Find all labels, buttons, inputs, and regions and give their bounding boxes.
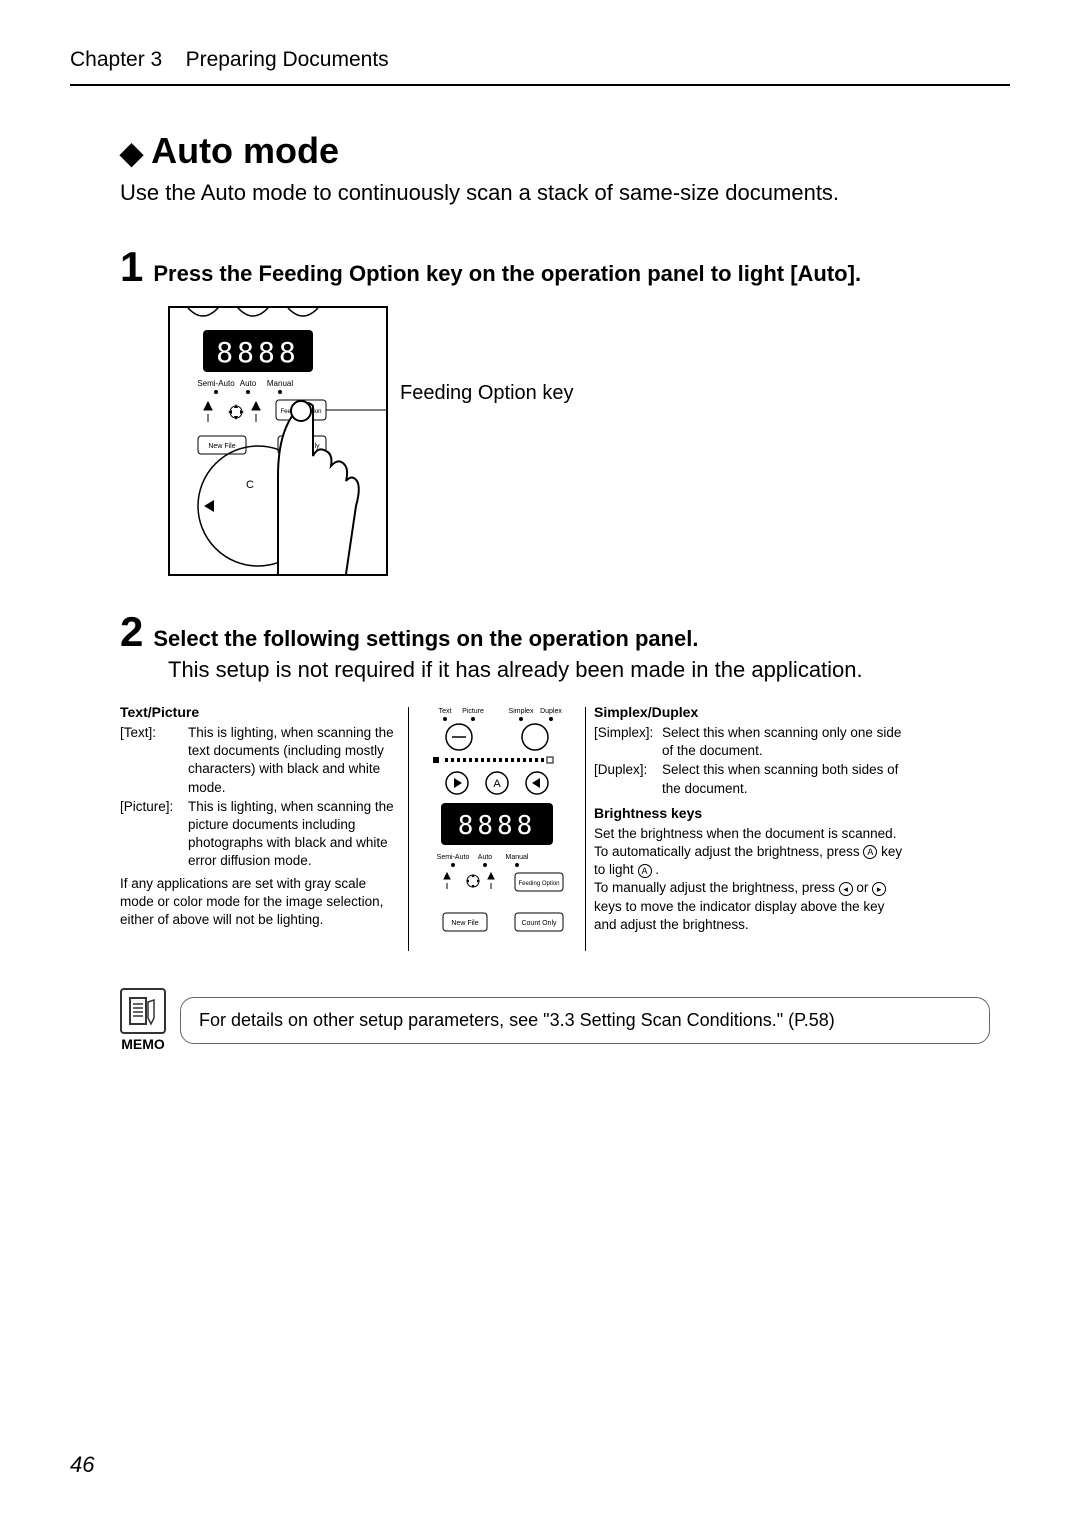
svg-text:8888: 8888 <box>216 336 299 369</box>
def-picture: [Picture]: This is lighting, when scanni… <box>120 798 400 871</box>
brightness-desc-2: To automatically adjust the brightness, … <box>594 843 904 879</box>
divider-line <box>585 707 586 951</box>
brightness-desc-3: To manually adjust the brightness, press… <box>594 879 904 934</box>
memo-box: MEMO For details on other setup paramete… <box>120 988 990 1052</box>
auto-label: Auto <box>240 379 257 388</box>
figure-operation-panel-hand: 8888 Semi-Auto Auto Manual <box>168 306 990 581</box>
operation-panel-small: Text Picture Simplex Duplex <box>417 703 577 953</box>
step-title: Press the Feeding Option key on the oper… <box>153 261 861 287</box>
svg-text:C: C <box>246 479 254 491</box>
svg-text:New File: New File <box>208 443 235 450</box>
svg-text:8888: 8888 <box>458 811 537 841</box>
page-header: Chapter 3 Preparing Documents <box>70 48 1010 86</box>
text-picture-title: Text/Picture <box>120 703 400 722</box>
def-simplex: [Simplex]: Select this when scanning onl… <box>594 724 904 760</box>
brightness-desc-1: Set the brightness when the document is … <box>594 825 904 843</box>
svg-text:Picture: Picture <box>462 708 484 715</box>
step-number: 2 <box>120 611 143 653</box>
brightness-title: Brightness keys <box>594 804 904 823</box>
section-title: ◆Auto mode <box>120 130 990 172</box>
section-title-text: Auto mode <box>151 130 339 171</box>
svg-text:Text: Text <box>439 708 452 715</box>
section-intro: Use the Auto mode to continuously scan a… <box>120 180 990 206</box>
svg-text:A: A <box>493 778 501 790</box>
def-duplex: [Duplex]: Select this when scanning both… <box>594 761 904 797</box>
svg-text:Simplex: Simplex <box>509 708 534 715</box>
svg-text:Auto: Auto <box>478 854 493 861</box>
manual-label: Manual <box>267 379 293 388</box>
chapter-label: Chapter 3 <box>70 48 162 71</box>
svg-text:New File: New File <box>451 920 478 927</box>
svg-text:Count Only: Count Only <box>521 920 557 927</box>
step-body: This setup is not required if it has alr… <box>168 657 990 683</box>
svg-text:Duplex: Duplex <box>540 708 562 715</box>
right-key-icon: ▸ <box>872 882 886 896</box>
step-2: 2 Select the following settings on the o… <box>120 611 990 958</box>
callout-feeding-option: Feeding Option key <box>400 382 573 405</box>
figure-settings-diagram: Text/Picture [Text]: This is lighting, w… <box>120 703 990 958</box>
semi-auto-label: Semi-Auto <box>197 379 235 388</box>
svg-text:Feeding Option: Feeding Option <box>518 881 559 887</box>
step-1: 1 Press the Feeding Option key on the op… <box>120 246 990 581</box>
simplex-duplex-title: Simplex/Duplex <box>594 703 904 722</box>
svg-text:Manual: Manual <box>506 854 529 861</box>
page-number: 46 <box>70 1452 94 1478</box>
step-title: Select the following settings on the ope… <box>153 626 698 652</box>
memo-icon <box>120 988 166 1034</box>
step-number: 1 <box>120 246 143 288</box>
a-key-icon: A <box>863 845 877 859</box>
svg-text:Semi-Auto: Semi-Auto <box>437 854 470 861</box>
left-key-icon: ◂ <box>839 882 853 896</box>
a-key-icon: A <box>638 864 652 878</box>
divider-line <box>408 707 409 951</box>
memo-text: For details on other setup parameters, s… <box>180 997 990 1044</box>
def-text: [Text]: This is lighting, when scanning … <box>120 724 400 797</box>
hand-icon <box>278 401 359 574</box>
operation-panel-illustration: 8888 Semi-Auto Auto Manual <box>168 306 388 576</box>
chapter-title: Preparing Documents <box>186 48 389 71</box>
memo-label: MEMO <box>120 1036 166 1052</box>
diamond-icon: ◆ <box>120 136 143 171</box>
text-picture-note: If any applications are set with gray sc… <box>120 875 400 930</box>
